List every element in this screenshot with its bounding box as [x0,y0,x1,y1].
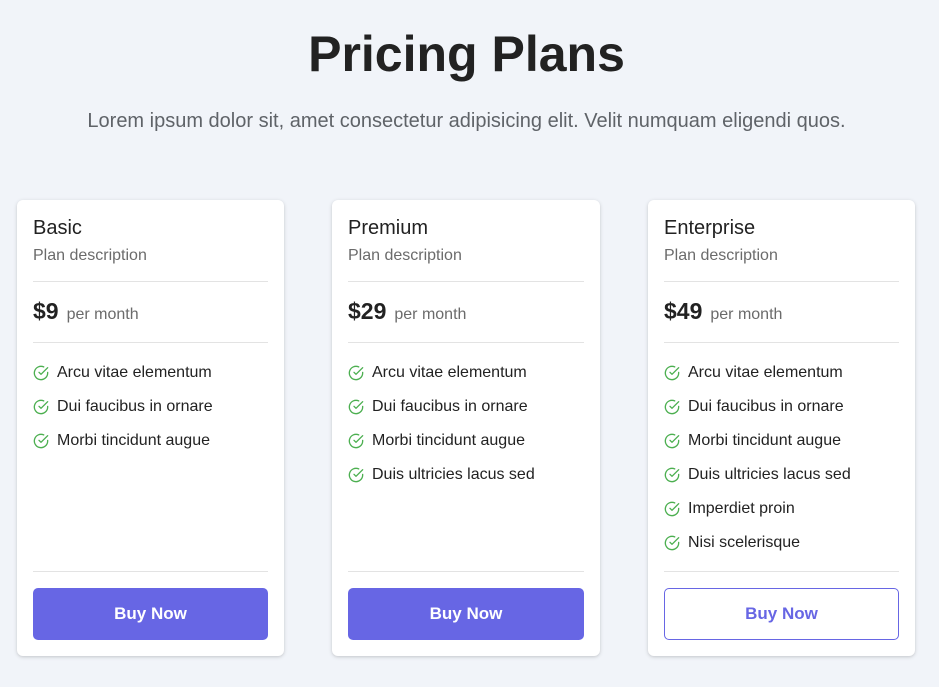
price-row: $49 per month [664,297,782,325]
check-circle-icon [348,365,372,381]
feature-label: Dui faucibus in ornare [57,398,213,415]
feature-label: Arcu vitae elementum [57,364,212,381]
plan-card-premium: Premium Plan description $29 per month A… [332,200,600,656]
divider [664,571,899,572]
plan-description: Plan description [348,247,462,264]
check-circle-icon [664,501,688,517]
feature-label: Dui faucibus in ornare [372,398,528,415]
plan-description: Plan description [664,247,778,264]
check-circle-icon [33,433,57,449]
page-title: Pricing Plans [308,26,625,82]
plan-name: Enterprise [664,217,756,239]
divider [664,281,899,282]
feature-label: Morbi tincidunt augue [372,432,525,449]
check-circle-icon [664,399,688,415]
feature-item: Morbi tincidunt augue [33,424,268,458]
buy-now-button[interactable]: Buy Now [33,588,268,640]
price-row: $29 per month [348,297,466,325]
feature-label: Imperdiet proin [688,500,795,517]
feature-label: Dui faucibus in ornare [688,398,844,415]
feature-item: Nisi scelerisque [664,526,899,560]
divider [33,342,268,343]
check-circle-icon [664,535,688,551]
feature-label: Nisi scelerisque [688,534,801,551]
check-circle-icon [33,365,57,381]
feature-list: Arcu vitae elementum Dui faucibus in orna… [33,356,268,458]
divider [348,571,584,572]
plan-price: $9 [33,298,59,324]
check-circle-icon [348,433,372,449]
feature-label: Arcu vitae elementum [372,364,527,381]
feature-list: Arcu vitae elementum Dui faucibus in orna… [348,356,584,492]
divider [664,342,899,343]
feature-item: Morbi tincidunt augue [348,424,584,458]
check-circle-icon [348,467,372,483]
check-circle-icon [33,399,57,415]
plan-card-basic: Basic Plan description $9 per month Arcu… [17,200,284,656]
plan-description: Plan description [33,247,147,264]
check-circle-icon [664,467,688,483]
pricing-page: Pricing Plans Lorem ipsum dolor sit, ame… [0,0,939,687]
divider [348,281,584,282]
feature-label: Arcu vitae elementum [688,364,843,381]
plan-name: Premium [348,217,429,239]
feature-item: Arcu vitae elementum [33,356,268,390]
feature-label: Duis ultricies lacus sed [688,466,851,483]
feature-list: Arcu vitae elementum Dui faucibus in orna… [664,356,899,560]
feature-item: Morbi tincidunt augue [664,424,899,458]
page-subtitle: Lorem ipsum dolor sit, amet consectetur … [87,110,846,132]
feature-item: Arcu vitae elementum [664,356,899,390]
price-period: per month [710,306,783,323]
divider [33,281,268,282]
plan-name: Basic [33,217,82,239]
plan-card-enterprise: Enterprise Plan description $49 per mont… [648,200,915,656]
price-period: per month [394,306,467,323]
plan-price: $29 [348,298,387,324]
feature-label: Morbi tincidunt augue [688,432,841,449]
price-row: $9 per month [33,297,139,325]
feature-label: Duis ultricies lacus sed [372,466,535,483]
feature-item: Dui faucibus in ornare [664,390,899,424]
buy-now-button[interactable]: Buy Now [664,588,899,640]
feature-label: Morbi tincidunt augue [57,432,210,449]
feature-item: Duis ultricies lacus sed [664,458,899,492]
check-circle-icon [348,399,372,415]
feature-item: Duis ultricies lacus sed [348,458,584,492]
feature-item: Imperdiet proin [664,492,899,526]
plan-price: $49 [664,298,703,324]
check-circle-icon [664,433,688,449]
feature-item: Arcu vitae elementum [348,356,584,390]
feature-item: Dui faucibus in ornare [33,390,268,424]
buy-now-button[interactable]: Buy Now [348,588,584,640]
divider [348,342,584,343]
price-period: per month [66,306,139,323]
feature-item: Dui faucibus in ornare [348,390,584,424]
check-circle-icon [664,365,688,381]
divider [33,571,268,572]
